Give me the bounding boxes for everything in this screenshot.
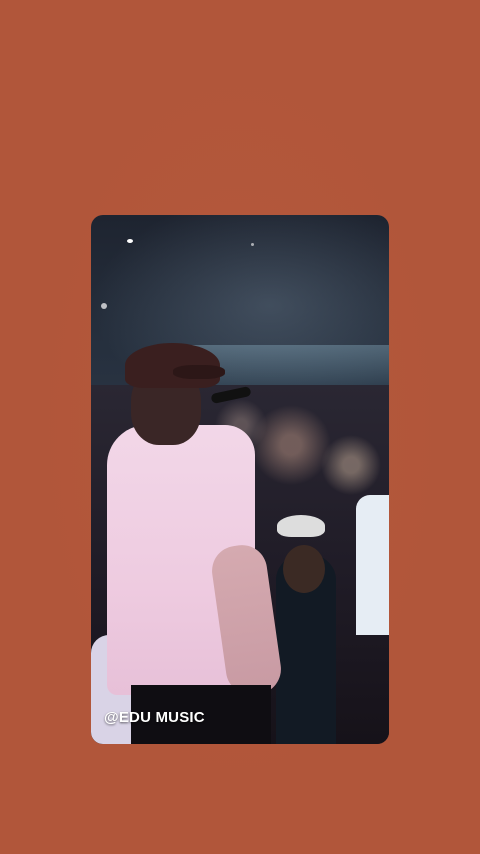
crowd-person-head — [283, 545, 325, 593]
ceiling-light — [101, 303, 107, 309]
ceiling-light — [251, 243, 254, 246]
crowd-person-cap — [277, 515, 325, 537]
story-caption: @EDU MUSIC — [104, 709, 205, 726]
ceiling-light — [127, 239, 133, 243]
crowd-person — [356, 495, 389, 635]
performer-cap-brim — [173, 365, 225, 379]
story-photo[interactable] — [91, 215, 389, 744]
